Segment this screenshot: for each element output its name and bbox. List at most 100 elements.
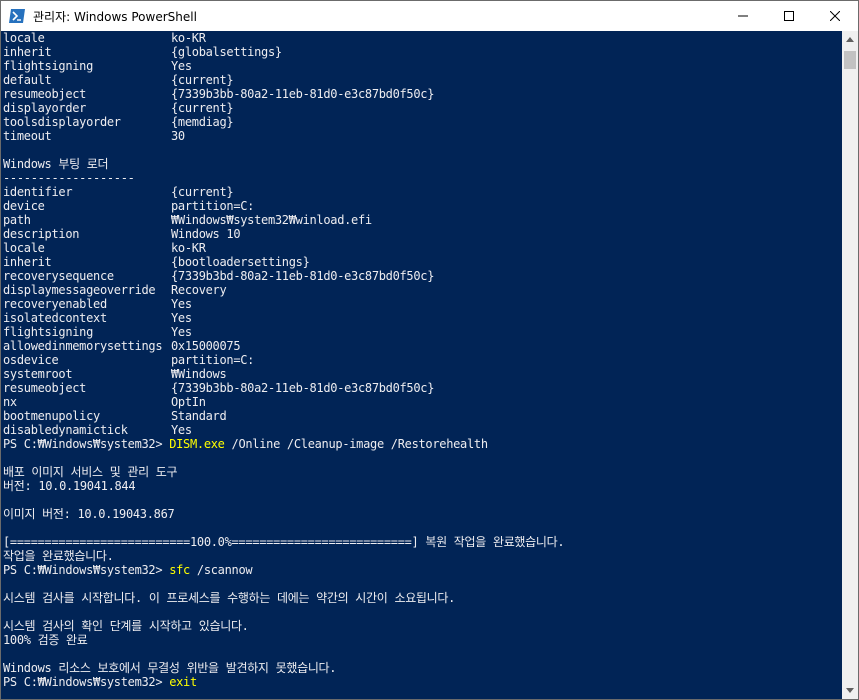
kv-row: systemroot ₩Windows (3, 367, 564, 381)
kv-key: locale (3, 241, 45, 255)
kv-value: ko-KR (171, 241, 206, 255)
sfc-result: Windows 리소스 보호에서 무결성 위반을 발견하지 못했습니다. (3, 661, 337, 675)
kv-key: systemroot (3, 367, 73, 381)
kv-key: allowedinmemorysettings (3, 339, 163, 353)
window-title: 관리자: Windows PowerShell (33, 9, 197, 24)
kv-value: {current} (171, 73, 234, 87)
minimize-button[interactable] (720, 1, 766, 31)
kv-value: partition=C: (171, 199, 255, 213)
kv-value: OptIn (171, 395, 206, 409)
kv-row: flightsigning Yes (3, 59, 564, 73)
prompt-text: PS C:₩Windows₩system32> (3, 675, 170, 689)
kv-row: description Windows 10 (3, 227, 564, 241)
kv-value: ₩Windows₩system32₩winload.efi (171, 213, 372, 227)
prompt-line-sfc: PS C:₩Windows₩system32> sfc /scannow (3, 563, 564, 577)
scroll-down-button[interactable] (842, 682, 858, 699)
kv-value: Standard (171, 409, 227, 423)
kv-key: description (3, 227, 80, 241)
kv-key: displayorder (3, 101, 87, 115)
kv-value: Windows 10 (171, 227, 241, 241)
kv-row: flightsigning Yes (3, 325, 564, 339)
kv-key: flightsigning (3, 325, 94, 339)
kv-row: locale ko-KR (3, 241, 564, 255)
kv-key: device (3, 199, 45, 213)
kv-key: displaymessageoverride (3, 283, 156, 297)
scrollbar-thumb[interactable] (844, 51, 856, 69)
prompt-line-exit: PS C:₩Windows₩system32> exit (3, 675, 564, 689)
progress-line: [==========================100.0%=======… (3, 535, 565, 549)
kv-row: resumeobject {7339b3bb-80a2-11eb-81d0-e3c… (3, 381, 564, 395)
kv-row: displayorder {current} (3, 101, 564, 115)
kv-value: Yes (171, 297, 192, 311)
sfc-verify-message: 시스템 검사의 확인 단계를 시작하고 있습니다. (3, 619, 249, 633)
kv-value: 0x15000075 (171, 339, 241, 353)
kv-value: {globalsettings} (171, 45, 282, 59)
dism-tool-name: 배포 이미지 서비스 및 관리 도구 (3, 465, 178, 479)
kv-key: resumeobject (3, 87, 87, 101)
powershell-icon (9, 8, 25, 24)
kv-row: resumeobject {7339b3bb-80a2-11eb-81d0-e3c… (3, 87, 564, 101)
kv-key: identifier (3, 185, 73, 199)
kv-key: inherit (3, 255, 52, 269)
kv-row: nx OptIn (3, 395, 564, 409)
kv-value: {current} (171, 101, 234, 115)
chevron-down-icon (846, 688, 854, 693)
kv-value: partition=C: (171, 353, 255, 367)
kv-key: recoveryenabled (3, 297, 107, 311)
kv-value: 30 (171, 129, 185, 143)
title-bar[interactable]: 관리자: Windows PowerShell (1, 1, 858, 31)
command-name: exit (169, 675, 197, 689)
console-output[interactable]: locale ko-KR inherit {globalsettings} flight… (1, 31, 842, 699)
kv-row: allowedinmemorysettings 0x15000075 (3, 339, 564, 353)
kv-key: inherit (3, 45, 52, 59)
kv-row: recoveryenabled Yes (3, 297, 564, 311)
kv-value: {7339b3bd-80a2-11eb-81d0-e3c87bd0f50c} (171, 269, 435, 283)
kv-row: inherit {bootloadersettings} (3, 255, 564, 269)
kv-row: device partition=C: (3, 199, 564, 213)
kv-row: timeout 30 (3, 129, 564, 143)
kv-key: flightsigning (3, 59, 94, 73)
kv-row: inherit {globalsettings} (3, 45, 564, 59)
kv-key: osdevice (3, 353, 59, 367)
kv-key: locale (3, 31, 45, 45)
kv-value: Yes (171, 423, 192, 437)
kv-row: default {current} (3, 73, 564, 87)
kv-row: disabledynamictick Yes (3, 423, 564, 437)
prompt-text: PS C:₩Windows₩system32> (3, 563, 170, 577)
kv-value: Yes (171, 59, 192, 73)
minimize-icon (738, 15, 748, 17)
scroll-up-button[interactable] (842, 31, 858, 48)
kv-value: ₩Windows (171, 367, 227, 381)
command-args: /scannow (189, 563, 253, 577)
kv-value: {memdiag} (171, 115, 234, 129)
kv-key: nx (3, 395, 17, 409)
close-button[interactable] (812, 1, 858, 31)
kv-key: resumeobject (3, 381, 87, 395)
kv-value: Yes (171, 311, 192, 325)
kv-value: {7339b3bb-80a2-11eb-81d0-e3c87bd0f50c} (171, 381, 435, 395)
kv-value: Recovery (171, 283, 227, 297)
kv-row: isolatedcontext Yes (3, 311, 564, 325)
image-version: 이미지 버전: 10.0.19043.867 (3, 507, 175, 521)
prompt-line-dism: PS C:₩Windows₩system32> DISM.exe /Online… (3, 437, 564, 451)
operation-complete: 작업을 완료했습니다. (3, 549, 114, 563)
kv-key: toolsdisplayorder (3, 115, 121, 129)
kv-key: disabledynamictick (3, 423, 128, 437)
kv-value: {7339b3bb-80a2-11eb-81d0-e3c87bd0f50c} (171, 87, 435, 101)
kv-key: timeout (3, 129, 52, 143)
command-args: /Online /Cleanup-image /Restorehealth (224, 437, 489, 451)
kv-key: bootmenupolicy (3, 409, 100, 423)
prompt-text: PS C:₩Windows₩system32> (3, 437, 170, 451)
maximize-button[interactable] (766, 1, 812, 31)
kv-key: isolatedcontext (3, 311, 107, 325)
kv-value: {current} (171, 185, 234, 199)
kv-row: osdevice partition=C: (3, 353, 564, 367)
powershell-window: 관리자: Windows PowerShell locale ko-KR inher… (0, 0, 859, 700)
kv-key: default (3, 73, 52, 87)
kv-row: displaymessageoverride Recovery (3, 283, 564, 297)
vertical-scrollbar[interactable] (842, 31, 858, 699)
loader-rule: ------------------- (3, 171, 135, 185)
kv-row: identifier {current} (3, 185, 564, 199)
kv-row: toolsdisplayorder {memdiag} (3, 115, 564, 129)
kv-row: path ₩Windows₩system32₩winload.efi (3, 213, 564, 227)
